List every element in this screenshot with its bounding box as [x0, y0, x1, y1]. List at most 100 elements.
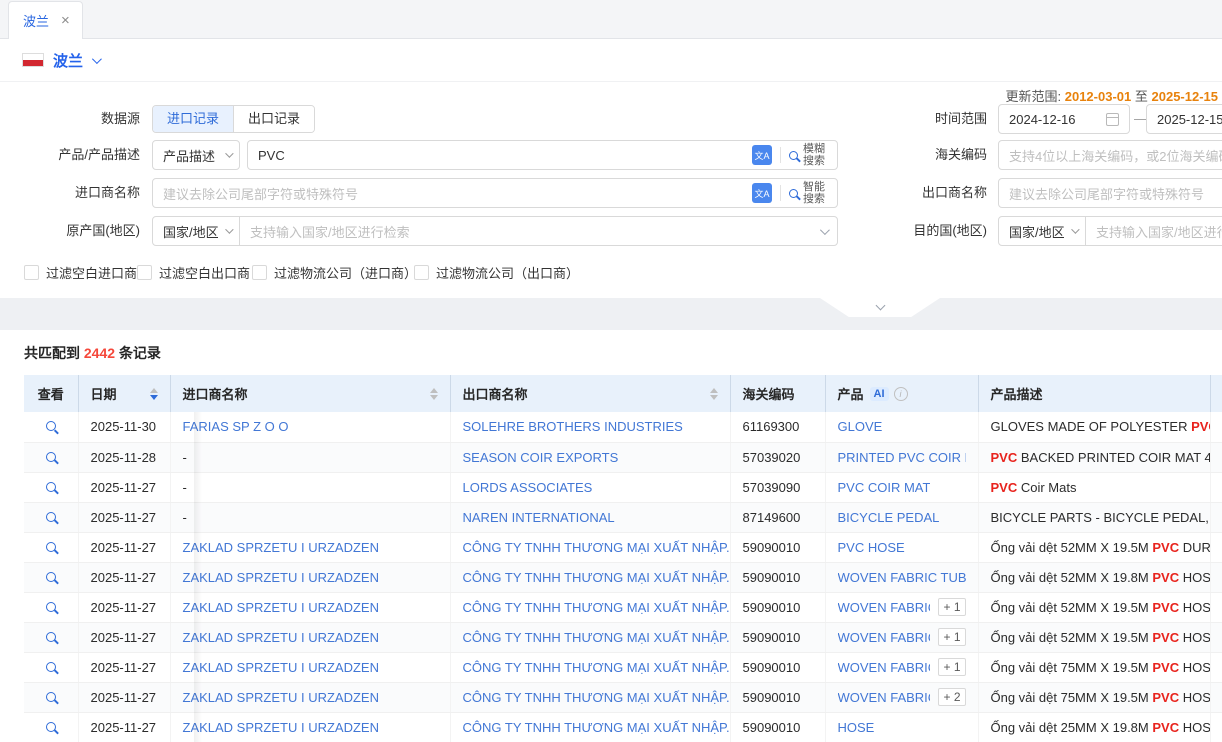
date-end-value: 2025-12-15: [1157, 112, 1222, 127]
sort-exporter-button[interactable]: [702, 388, 718, 400]
sort-importer-button[interactable]: [422, 388, 438, 400]
date-start-input[interactable]: 2024-12-16: [998, 104, 1130, 134]
importer-link[interactable]: ZAKLAD SPRZETU I URZADZEN: [183, 600, 379, 615]
product-link[interactable]: PRINTED PVC COIR M...: [838, 450, 966, 465]
product-link[interactable]: WOVEN FABRIC ...: [838, 630, 931, 645]
destination-country-select[interactable]: 国家/地区: [998, 216, 1086, 246]
description-text: DUR...: [1179, 540, 1210, 555]
view-record-icon[interactable]: [46, 692, 56, 702]
view-record-icon[interactable]: [46, 542, 56, 552]
translate-icon[interactable]: 文A: [752, 183, 772, 203]
destination-search-input[interactable]: 支持输入国家/地区进行检索: [1085, 216, 1222, 246]
product-link[interactable]: WOVEN FABRIC ...: [838, 690, 931, 705]
product-link[interactable]: HOSE: [838, 720, 875, 735]
importer-link[interactable]: ZAKLAD SPRZETU I URZADZEN: [183, 540, 379, 555]
translate-icon[interactable]: 文A: [752, 145, 772, 165]
description-text: HOS...: [1179, 660, 1210, 675]
importer-link[interactable]: ZAKLAD SPRZETU I URZADZEN: [183, 630, 379, 645]
view-record-icon[interactable]: [46, 482, 56, 492]
sort-date-button[interactable]: [142, 388, 158, 400]
close-icon[interactable]: ×: [61, 15, 70, 27]
origin-search-input[interactable]: 支持输入国家/地区进行检索: [239, 216, 838, 246]
hs-code-label: 海关编码: [862, 140, 987, 170]
view-record-icon[interactable]: [46, 572, 56, 582]
description-text: HOS...: [1179, 690, 1210, 705]
exporter-link[interactable]: SEASON COIR EXPORTS: [463, 450, 619, 465]
origin-country-select[interactable]: 国家/地区: [152, 216, 240, 246]
cut-cell: [1210, 682, 1222, 712]
date-end-input[interactable]: 2025-12-15: [1146, 104, 1222, 134]
exporter-link[interactable]: CÔNG TY TNHH THƯƠNG MẠI XUẤT NHẬP...: [463, 690, 731, 705]
exporter-link[interactable]: CÔNG TY TNHH THƯƠNG MẠI XUẤT NHẬP...: [463, 660, 731, 675]
chevron-down-icon[interactable]: [92, 54, 102, 64]
checkbox-icon[interactable]: [137, 265, 152, 280]
importer-link[interactable]: FARIAS SP Z O O: [183, 419, 289, 434]
collapse-form-button[interactable]: [820, 298, 940, 317]
exporter-input[interactable]: 建议去除公司尾部字符或特殊符号: [998, 178, 1222, 208]
view-record-icon[interactable]: [46, 602, 56, 612]
product-link[interactable]: PVC COIR MAT: [838, 480, 931, 495]
product-more-badge[interactable]: + 1: [938, 658, 965, 676]
view-record-icon[interactable]: [46, 662, 56, 672]
filter-logistics-exporter[interactable]: 过滤物流公司（出口商）: [414, 262, 579, 282]
checkbox-icon[interactable]: [252, 265, 267, 280]
tab-import-records[interactable]: 进口记录: [153, 106, 233, 132]
exporter-cell: CÔNG TY TNHH THƯƠNG MẠI XUẤT NHẬP...: [450, 532, 730, 562]
product-search-input[interactable]: PVC 文A 模糊 搜索: [247, 140, 838, 170]
importer-link[interactable]: ZAKLAD SPRZETU I URZADZEN: [183, 690, 379, 705]
importer-link[interactable]: ZAKLAD SPRZETU I URZADZEN: [183, 570, 379, 585]
exporter-link[interactable]: CÔNG TY TNHH THƯƠNG MẠI XUẤT NHẬP...: [463, 720, 731, 735]
date-cell: 2025-11-30: [78, 412, 170, 442]
exporter-cell: SEASON COIR EXPORTS: [450, 442, 730, 472]
exporter-link[interactable]: LORDS ASSOCIATES: [463, 480, 593, 495]
description-text: Ống vải dệt 52MM X 19.5M: [991, 630, 1153, 645]
importer-link[interactable]: ZAKLAD SPRZETU I URZADZEN: [183, 720, 379, 735]
tab-export-records[interactable]: 出口记录: [233, 106, 314, 132]
info-icon[interactable]: i: [894, 387, 908, 401]
smart-search-button[interactable]: 智能 搜索: [789, 181, 825, 205]
view-record-icon[interactable]: [46, 452, 56, 462]
table-row: 2025-11-30 FARIAS SP Z O O SOLEHRE BROTHER…: [24, 412, 1222, 442]
exporter-link[interactable]: NAREN INTERNATIONAL: [463, 510, 615, 525]
filter-label: 过滤空白进口商: [46, 263, 137, 282]
keyword-highlight: PVC: [1152, 690, 1179, 705]
exporter-link[interactable]: SOLEHRE BROTHERS INDUSTRIES: [463, 419, 683, 434]
exporter-link[interactable]: CÔNG TY TNHH THƯƠNG MẠI XUẤT NHẬP...: [463, 540, 731, 555]
product-link[interactable]: PVC HOSE: [838, 540, 905, 555]
product-field-select[interactable]: 产品描述: [152, 140, 240, 170]
view-record-icon[interactable]: [46, 722, 56, 732]
hs-code-input[interactable]: 支持4位以上海关编码，或2位海关编码加: [998, 140, 1222, 170]
view-record-icon[interactable]: [46, 512, 56, 522]
exporter-link[interactable]: CÔNG TY TNHH THƯƠNG MẠI XUẤT NHẬP...: [463, 600, 731, 615]
filter-blank-importer[interactable]: 过滤空白进口商: [24, 262, 137, 282]
product-link[interactable]: WOVEN FABRIC TUBE: [838, 570, 966, 585]
product-link[interactable]: WOVEN FABRIC ...: [838, 660, 931, 675]
checkbox-icon[interactable]: [24, 265, 39, 280]
product-more-badge[interactable]: + 1: [938, 598, 965, 616]
product-link[interactable]: BICYCLE PEDAL: [838, 510, 940, 525]
exporter-link[interactable]: CÔNG TY TNHH THƯƠNG MẠI XUẤT NHẬP...: [463, 570, 731, 585]
country-name[interactable]: 波兰: [53, 50, 83, 71]
filter-logistics-importer[interactable]: 过滤物流公司（进口商）: [252, 262, 417, 282]
checkbox-icon[interactable]: [414, 265, 429, 280]
tab-poland[interactable]: 波兰 ×: [8, 1, 83, 39]
view-record-icon[interactable]: [46, 632, 56, 642]
filter-blank-exporter[interactable]: 过滤空白出口商: [137, 262, 250, 282]
origin-select-value: 国家/地区: [163, 222, 219, 241]
view-cell: [24, 622, 78, 652]
view-record-icon[interactable]: [46, 421, 56, 431]
exporter-link[interactable]: CÔNG TY TNHH THƯƠNG MẠI XUẤT NHẬP...: [463, 630, 731, 645]
product-more-badge[interactable]: + 2: [938, 688, 965, 706]
product-cell: WOVEN FABRIC ... + 2: [825, 682, 978, 712]
product-cell: PVC HOSE: [825, 532, 978, 562]
description-text: Ống vải dệt 75MM X 19.5M: [991, 660, 1153, 675]
exporter-cell: CÔNG TY TNHH THƯƠNG MẠI XUẤT NHẬP...: [450, 682, 730, 712]
divider: [780, 185, 781, 201]
importer-input[interactable]: 建议去除公司尾部字符或特殊符号 文A 智能 搜索: [152, 178, 838, 208]
fuzzy-search-button[interactable]: 模糊 搜索: [789, 143, 825, 167]
product-cell: WOVEN FABRIC ... + 1: [825, 652, 978, 682]
product-more-badge[interactable]: + 1: [938, 628, 965, 646]
product-link[interactable]: WOVEN FABRIC ...: [838, 600, 931, 615]
importer-link[interactable]: ZAKLAD SPRZETU I URZADZEN: [183, 660, 379, 675]
product-link[interactable]: GLOVE: [838, 419, 883, 434]
